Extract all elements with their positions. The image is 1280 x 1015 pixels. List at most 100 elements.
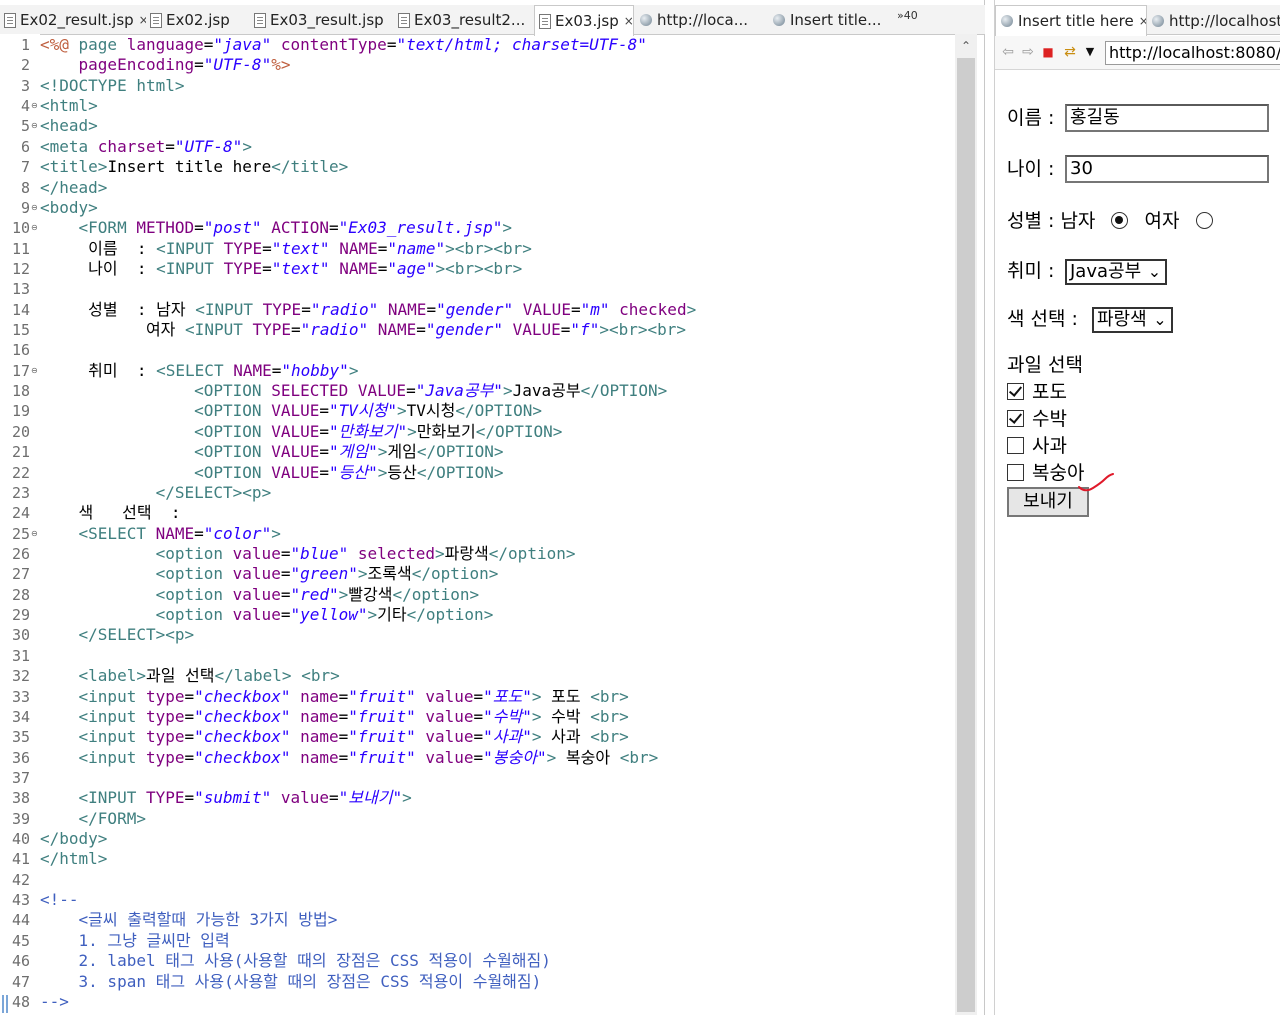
code-line: </head> [40, 178, 107, 198]
fold-toggle-icon[interactable]: ⊖ [31, 361, 38, 381]
code-token: 취미 : [40, 360, 157, 380]
peach-checkbox[interactable] [1007, 464, 1024, 481]
code-token: 게임 [387, 442, 417, 462]
code-token: NAME [339, 258, 378, 278]
color-select[interactable]: 파랑색 ⌄ [1092, 307, 1173, 333]
code-token: <SELECT [78, 523, 156, 543]
code-token: TYPE [223, 238, 263, 258]
url-field[interactable]: http://localhost:8080/01 [1105, 41, 1280, 65]
code-line: <OPTION VALUE="게임">게임</OPTION> [40, 442, 503, 462]
code-line: <!-- [40, 890, 79, 910]
code-line: 1. 그냥 글씨만 입력 [40, 931, 230, 951]
back-icon[interactable]: ⇦ [999, 43, 1017, 61]
code-token: > [434, 544, 445, 563]
code-editor[interactable]: Ex02_result.jsp × Ex02.jsp Ex03_result.j… [0, 0, 985, 1015]
refresh-icon[interactable]: ⇄ [1061, 43, 1079, 61]
tab-ex02[interactable]: Ex02.jsp [146, 5, 248, 35]
close-icon[interactable]: × [1139, 14, 1146, 28]
chevron-down-icon: ⌄ [1147, 262, 1162, 281]
name-input[interactable]: 홍길동 [1065, 104, 1269, 132]
code-token: > [396, 401, 407, 421]
code-line: </SELECT><p> [40, 483, 272, 503]
tab-overflow-button[interactable]: »40 [897, 9, 918, 22]
close-icon[interactable]: × [139, 13, 146, 27]
scrollbar-thumb[interactable] [957, 58, 975, 1012]
tab-ex03[interactable]: Ex03.jsp × [534, 5, 634, 36]
line-number: 33 [11, 687, 30, 706]
watermelon-checkbox[interactable] [1007, 410, 1024, 427]
line-number: 10 [11, 219, 30, 238]
line-number: 16 [11, 341, 30, 360]
code-token: = [386, 35, 397, 54]
tab-localhost-browser[interactable]: http://localhost [1147, 5, 1280, 36]
code-token: "age" [387, 258, 436, 278]
tab-localhost[interactable]: http://loca... [636, 5, 766, 35]
color-label: 색 선택 : [1007, 308, 1078, 330]
apple-checkbox[interactable] [1007, 437, 1024, 454]
fold-toggle-icon[interactable]: ⊖ [31, 198, 38, 218]
code-token: = [329, 788, 339, 808]
code-line: <option value="yellow">기타</option> [40, 605, 494, 625]
code-token: "gender" [436, 299, 514, 319]
gender-female-radio[interactable] [1195, 212, 1213, 229]
tab-insert-title-here[interactable]: Insert title here × [995, 5, 1147, 36]
code-area[interactable]: <%@ page language="java" contentType="te… [40, 34, 954, 1015]
code-token: <OPTION [194, 421, 272, 441]
code-token: = [329, 218, 339, 238]
browser-toolbar: ⇦ ⇨ ■ ⇄ ▼ http://localhost:8080/01 [995, 36, 1280, 70]
code-token: > [502, 381, 513, 401]
code-token: > [357, 564, 368, 584]
code-token: contentType [280, 35, 387, 54]
code-token: 과일 선택 [145, 666, 215, 686]
fold-toggle-icon[interactable]: ⊖ [31, 524, 38, 544]
scroll-up-icon[interactable]: ⌃ [960, 40, 972, 52]
code-token: 3. span 태그 사용(사용할 때의 장점은 CSS 적용이 수월해짐) [40, 971, 542, 991]
line-number: 32 [11, 667, 30, 686]
vertical-scrollbar[interactable]: ⌃ [955, 34, 977, 1015]
code-token: selected [357, 544, 435, 563]
code-line: <input type="checkbox" name="fruit" valu… [40, 687, 629, 707]
code-line: 성별 : 남자 <INPUT TYPE="radio" NAME="gender… [40, 300, 696, 320]
hobby-select[interactable]: Java공부 ⌄ [1065, 259, 1168, 285]
code-token: 색 선택 : [40, 503, 181, 523]
forward-icon[interactable]: ⇨ [1019, 43, 1037, 61]
fold-toggle-icon[interactable]: ⊖ [31, 116, 38, 136]
code-line: <option value="green">조록색</option> [40, 564, 499, 584]
code-token: = [319, 462, 329, 482]
code-token: name [300, 747, 339, 767]
code-token: "green" [290, 564, 358, 584]
tab-ex03-result[interactable]: Ex03_result.jsp [248, 5, 394, 35]
tab-ex03-result2[interactable]: Ex03_result2... [394, 5, 534, 35]
code-token: value [425, 747, 474, 767]
code-token: = [570, 299, 581, 319]
fold-toggle-icon[interactable]: ⊖ [31, 218, 38, 238]
line-number: 5 [20, 117, 30, 136]
grape-checkbox[interactable] [1007, 383, 1024, 400]
code-token: </SELECT> [78, 625, 166, 645]
close-icon[interactable]: × [624, 14, 633, 28]
gender-male-radio[interactable] [1111, 212, 1129, 229]
tab-insert-title[interactable]: Insert title... [766, 5, 894, 35]
age-input[interactable]: 30 [1065, 155, 1269, 183]
code-line: 2. label 태그 사용(사용할 때의 장점은 CSS 적용이 수월해짐) [40, 951, 551, 971]
fold-toggle-icon[interactable]: ⊖ [31, 96, 38, 116]
code-line: <OPTION SELECTED VALUE="Java공부">Java공부</… [40, 381, 667, 401]
code-token: <option [155, 564, 233, 584]
stop-icon[interactable]: ■ [1039, 43, 1057, 61]
line-number: 45 [11, 931, 30, 950]
line-number: 36 [11, 748, 30, 767]
code-line: <input type="checkbox" name="fruit" valu… [40, 707, 629, 727]
code-line: <title>Insert title here</title> [40, 157, 348, 177]
tab-ex02-result[interactable]: Ex02_result.jsp × [0, 5, 146, 35]
code-token: 만화보기 [416, 421, 476, 441]
chevron-down-icon[interactable]: ▼ [1081, 43, 1099, 61]
line-number: 26 [11, 545, 30, 563]
line-number: 44 [11, 911, 30, 930]
rendered-form: 이름 : 홍길동 나이 : 30 성별 : 남자 여자 취미 : Java공부 … [995, 70, 1280, 1015]
code-token: <input [78, 686, 146, 706]
